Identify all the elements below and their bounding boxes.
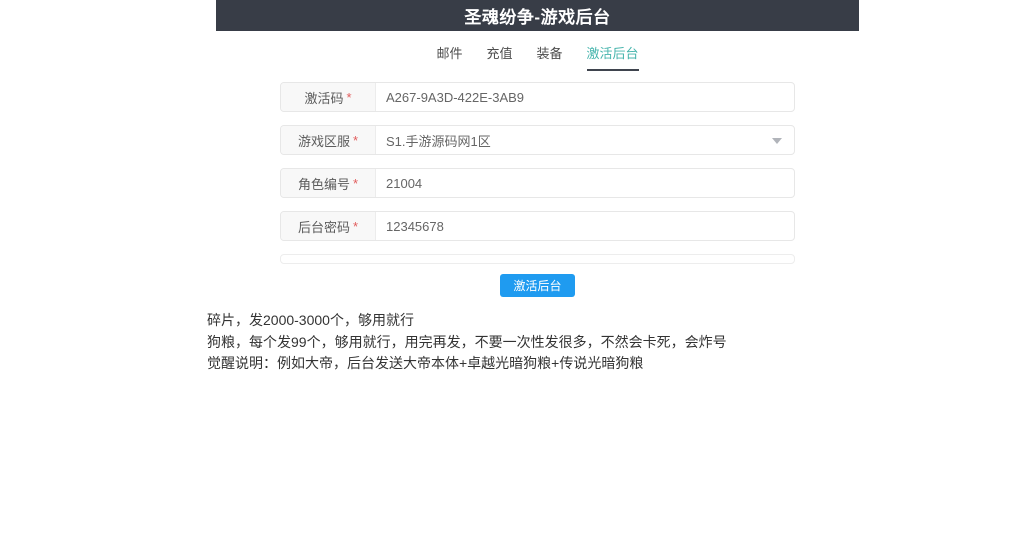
activate-backend-button[interactable]: 激活后台 <box>500 274 575 297</box>
required-asterisk: * <box>352 175 359 191</box>
app-header: 圣魂纷争-游戏后台 <box>216 0 859 31</box>
form-row-activation-code: 激活码 * <box>280 82 795 112</box>
note-line-awakening: 觉醒说明：例如大帝，后台发送大帝本体+卓越光暗狗粮+传说光暗狗粮 <box>207 355 644 371</box>
form-row-game-server: 游戏区服 * S1.手游源码网1区 <box>280 125 795 155</box>
tab-mail[interactable]: 邮件 <box>436 46 462 71</box>
character-id-input[interactable] <box>376 169 794 197</box>
game-server-select-value: S1.手游源码网1区 <box>386 133 491 149</box>
backend-password-label: 后台密码 * <box>281 212 376 240</box>
activation-code-label: 激活码 * <box>281 83 376 111</box>
main-panel: 邮件 充值 装备 激活后台 激活码 * 游戏区服 * <box>216 31 859 297</box>
field-label-text: 角色编号 <box>297 176 350 192</box>
form-row-backend-password: 后台密码 * <box>280 211 795 241</box>
note-line-fragments: 碎片，发2000-3000个，够用就行 <box>207 312 414 328</box>
page-title: 圣魂纷争-游戏后台 <box>464 8 611 27</box>
game-server-label: 游戏区服 * <box>281 126 376 154</box>
game-server-select[interactable]: S1.手游源码网1区 <box>376 126 794 154</box>
backend-password-input[interactable] <box>376 212 794 240</box>
instructions: 碎片，发2000-3000个，够用就行 狗粮，每个发99个，够用就行，用完再发，… <box>207 310 727 375</box>
tab-equipment[interactable]: 装备 <box>537 46 563 71</box>
form-row-character-id: 角色编号 * <box>280 168 795 198</box>
tab-bar: 邮件 充值 装备 激活后台 <box>216 31 859 71</box>
field-label-text: 激活码 <box>304 90 344 106</box>
required-asterisk: * <box>352 218 359 234</box>
required-asterisk: * <box>352 132 359 148</box>
chevron-down-icon <box>772 138 782 144</box>
character-id-label: 角色编号 * <box>281 169 376 197</box>
field-label-text: 后台密码 <box>297 219 350 235</box>
page: 圣魂纷争-游戏后台 邮件 充值 装备 激活后台 激活码 * 游戏区服 <box>0 0 1024 543</box>
activation-code-cell <box>376 83 794 111</box>
tab-activate-backend[interactable]: 激活后台 <box>586 46 639 71</box>
empty-form-row <box>280 254 795 264</box>
backend-password-cell <box>376 212 794 240</box>
required-asterisk: * <box>346 89 352 105</box>
field-label-text: 游戏区服 <box>297 133 350 149</box>
activation-form: 激活码 * 游戏区服 * S1.手游源码网1区 角色 <box>216 82 859 297</box>
submit-row: 激活后台 <box>216 274 859 297</box>
tab-recharge[interactable]: 充值 <box>486 46 512 71</box>
activation-code-input[interactable] <box>376 83 794 111</box>
note-line-pet-food: 狗粮，每个发99个，够用就行，用完再发，不要一次性发很多，不然会卡死，会炸号 <box>207 333 727 350</box>
character-id-cell <box>376 169 794 197</box>
